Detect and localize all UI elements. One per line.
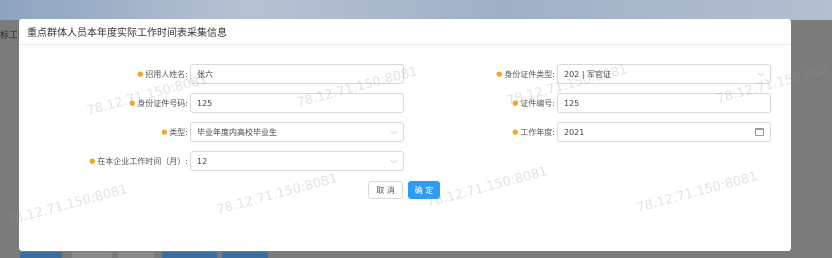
chevron-down-icon: ⌵ bbox=[390, 127, 397, 136]
name-input[interactable]: 张六 bbox=[190, 64, 404, 84]
months-label: 在本企业工作时间（月） bbox=[97, 156, 186, 166]
required-mark: ● bbox=[161, 128, 168, 136]
type-select[interactable]: 毕业年度内高校毕业生 ⌵ bbox=[190, 122, 404, 142]
background-button bbox=[118, 252, 154, 258]
name-label: 招用人姓名 bbox=[145, 69, 186, 79]
cert-number-value: 125 bbox=[564, 98, 580, 108]
id-number-input[interactable]: 125 bbox=[190, 93, 404, 113]
months-label-wrap: ● 在本企业工作时间（月）: bbox=[89, 156, 188, 166]
name-value: 张六 bbox=[197, 69, 213, 79]
required-mark: ● bbox=[129, 99, 136, 107]
required-mark: ● bbox=[137, 70, 144, 78]
required-mark: ● bbox=[512, 99, 519, 107]
background-banner bbox=[0, 0, 832, 20]
cert-number-input[interactable]: 125 bbox=[557, 93, 771, 113]
background-button bbox=[222, 252, 268, 258]
cert-number-label-wrap: ● 证件编号: bbox=[512, 98, 555, 108]
id-type-value: 202 | 军官证 bbox=[564, 69, 612, 79]
chevron-down-icon: ⌵ bbox=[390, 156, 397, 165]
dialog-header: 重点群体人员本年度实际工作时间表采集信息 bbox=[19, 19, 791, 45]
id-number-label-wrap: ● 身份证件号码: bbox=[129, 98, 188, 108]
work-year-label-wrap: ● 工作年度: bbox=[512, 127, 555, 137]
calendar-icon[interactable] bbox=[755, 128, 764, 136]
required-mark: ● bbox=[89, 157, 96, 165]
type-label-wrap: ● 类型: bbox=[161, 127, 188, 137]
background-button bbox=[162, 252, 217, 258]
cert-number-label: 证件编号 bbox=[520, 98, 553, 108]
work-year-label: 工作年度 bbox=[520, 127, 553, 137]
id-type-label-wrap: ● 身份证件类型: bbox=[496, 69, 555, 79]
dialog-title: 重点群体人员本年度实际工作时间表采集信息 bbox=[27, 28, 227, 39]
id-number-label: 身份证件号码 bbox=[137, 98, 186, 108]
id-number-value: 125 bbox=[197, 98, 213, 108]
background-button bbox=[72, 252, 112, 258]
type-value: 毕业年度内高校毕业生 bbox=[197, 127, 277, 137]
background-button bbox=[20, 252, 62, 258]
required-mark: ● bbox=[496, 70, 503, 78]
name-label-wrap: ● 招用人姓名: bbox=[137, 69, 188, 79]
confirm-button[interactable]: 确 定 bbox=[408, 181, 440, 199]
cancel-button[interactable]: 取 消 bbox=[368, 181, 403, 199]
id-type-label: 身份证件类型 bbox=[504, 69, 553, 79]
chevron-down-icon: ⌵ bbox=[757, 69, 764, 78]
id-type-select[interactable]: 202 | 军官证 ⌵ bbox=[557, 64, 771, 84]
type-label: 类型 bbox=[169, 127, 186, 137]
collection-dialog: 重点群体人员本年度实际工作时间表采集信息 ● 招用人姓名: 张六 ● 身份证件类… bbox=[19, 19, 791, 251]
work-year-picker[interactable]: 2021 bbox=[557, 122, 771, 142]
work-year-value: 2021 bbox=[564, 127, 585, 137]
months-select[interactable]: 12 ⌵ bbox=[190, 151, 404, 171]
required-mark: ● bbox=[512, 128, 519, 136]
months-value: 12 bbox=[197, 156, 208, 166]
